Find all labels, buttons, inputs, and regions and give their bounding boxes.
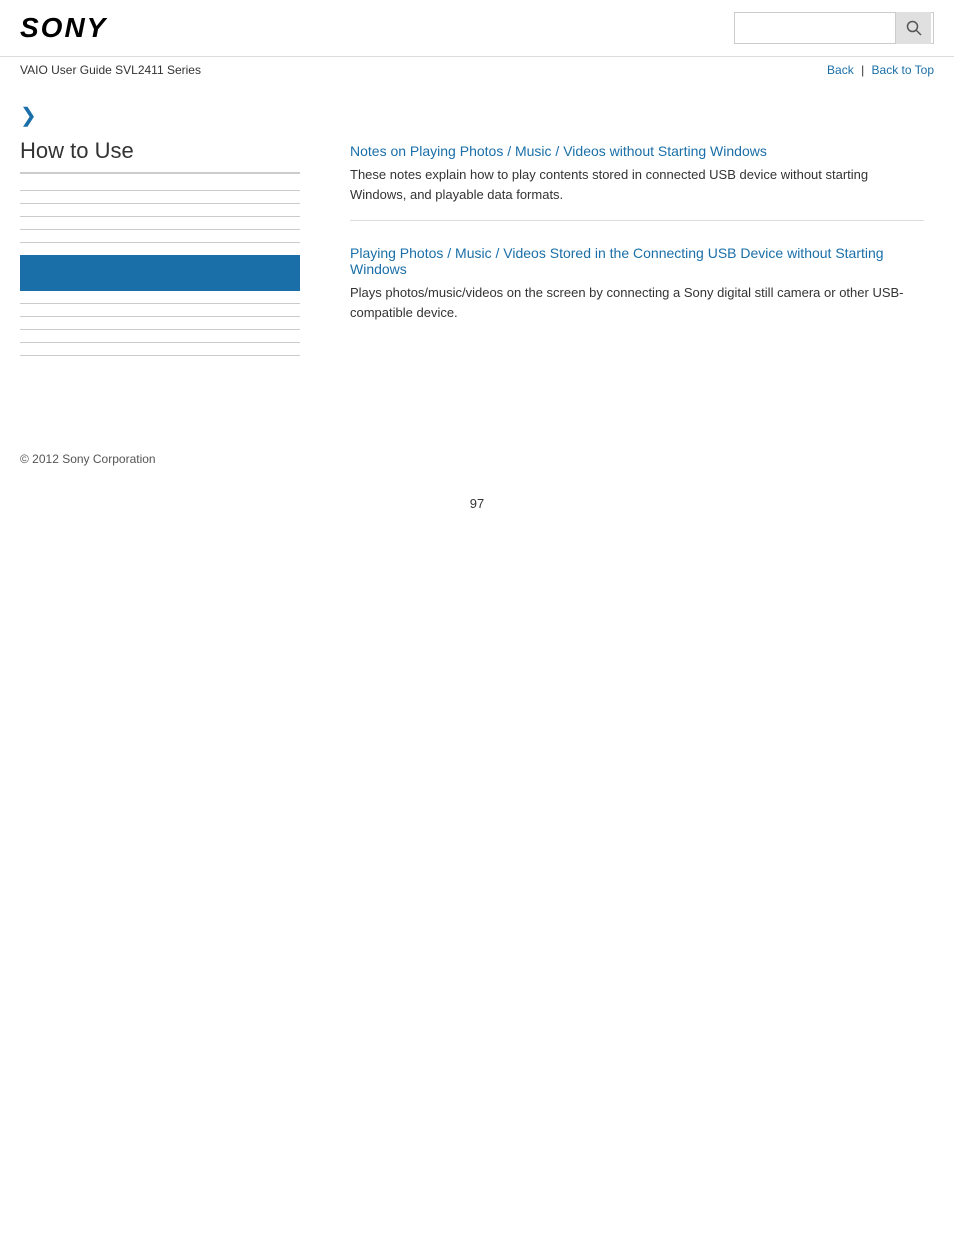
search-input[interactable] (735, 17, 895, 40)
content-desc-2: Plays photos/music/videos on the screen … (350, 283, 924, 322)
sony-logo: SONY (20, 12, 107, 44)
main-content: ❯ How to Use Notes on Playing Photos / M… (0, 83, 954, 442)
back-to-top-link[interactable]: Back to Top (872, 63, 934, 77)
chevron-icon: ❯ (20, 103, 300, 128)
sidebar-line-7 (20, 316, 300, 317)
sidebar-line-4 (20, 229, 300, 230)
content-desc-1: These notes explain how to play contents… (350, 165, 924, 204)
content-area: Notes on Playing Photos / Music / Videos… (320, 83, 954, 402)
page-header: SONY (0, 0, 954, 57)
nav-separator: | (861, 63, 867, 77)
sidebar-line-8 (20, 329, 300, 330)
page-footer: © 2012 Sony Corporation (0, 442, 954, 486)
search-box[interactable] (734, 12, 934, 44)
sidebar-line-5 (20, 242, 300, 243)
search-icon (906, 20, 922, 36)
copyright: © 2012 Sony Corporation (20, 452, 156, 466)
content-item-2: Playing Photos / Music / Videos Stored i… (350, 245, 924, 338)
sub-header: VAIO User Guide SVL2411 Series Back | Ba… (0, 57, 954, 83)
search-button[interactable] (895, 12, 931, 44)
content-item-1: Notes on Playing Photos / Music / Videos… (350, 143, 924, 221)
sidebar-line-1 (20, 190, 300, 191)
content-link-2[interactable]: Playing Photos / Music / Videos Stored i… (350, 245, 924, 277)
content-link-1[interactable]: Notes on Playing Photos / Music / Videos… (350, 143, 924, 159)
back-link[interactable]: Back (827, 63, 854, 77)
sidebar: ❯ How to Use (0, 83, 320, 402)
sidebar-line-10 (20, 355, 300, 356)
sidebar-section-title: How to Use (20, 138, 300, 174)
page-number: 97 (0, 486, 954, 521)
nav-links: Back | Back to Top (827, 63, 934, 77)
sidebar-line-2 (20, 203, 300, 204)
sidebar-line-9 (20, 342, 300, 343)
sidebar-highlight (20, 255, 300, 291)
guide-title: VAIO User Guide SVL2411 Series (20, 63, 201, 77)
sidebar-line-6 (20, 303, 300, 304)
sidebar-line-3 (20, 216, 300, 217)
